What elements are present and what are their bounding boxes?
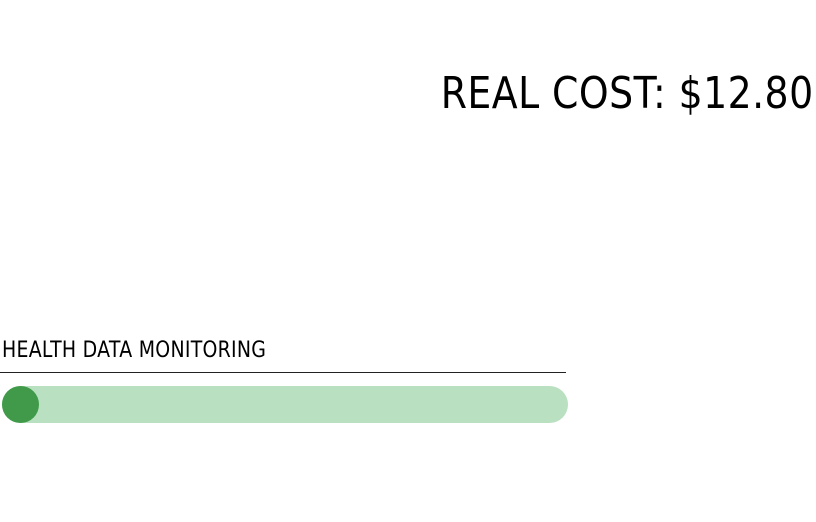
- health-data-slider-track[interactable]: [2, 386, 568, 423]
- divider: [0, 372, 566, 373]
- health-data-slider-knob[interactable]: [2, 386, 39, 423]
- real-cost-label: REAL COST: $12.80: [441, 68, 814, 119]
- section-title: HEALTH DATA MONITORING: [2, 338, 267, 363]
- health-data-section: HEALTH DATA MONITORING: [0, 336, 570, 423]
